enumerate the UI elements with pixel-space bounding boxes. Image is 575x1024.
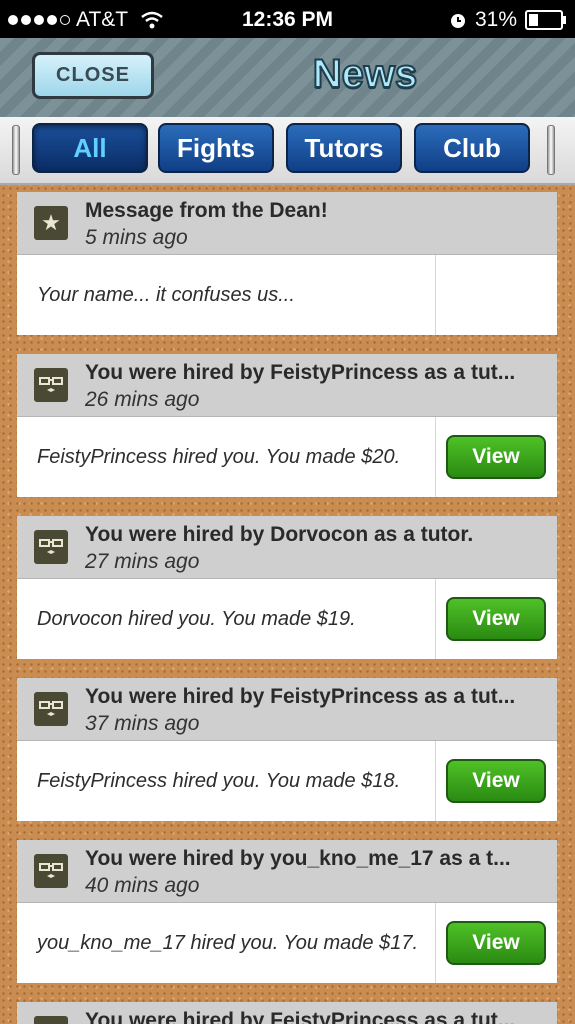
news-item-title: You were hired by Dorvocon as a tutor.: [85, 523, 474, 546]
divider: [435, 255, 436, 335]
news-item-body: FeistyPrincess hired you. You made $18. …: [17, 741, 557, 821]
news-item-body: you_kno_me_17 hired you. You made $17. V…: [17, 903, 557, 983]
tutor-glasses-icon: [34, 1016, 68, 1024]
battery-icon: [525, 10, 566, 30]
rivet-right-icon: [547, 125, 555, 175]
news-item-title: You were hired by FeistyPrincess as a tu…: [85, 361, 516, 384]
alarm-icon: [450, 14, 465, 28]
news-item: ★ Message from the Dean! 5 mins ago Your…: [17, 192, 557, 335]
news-item: You were hired by FeistyPrincess as a tu…: [17, 1002, 557, 1024]
news-item-body: FeistyPrincess hired you. You made $20. …: [17, 417, 557, 497]
tab-club[interactable]: Club: [414, 123, 530, 173]
news-item-title: Message from the Dean!: [85, 199, 328, 222]
view-button[interactable]: View: [446, 597, 546, 641]
page-title: News: [312, 51, 419, 97]
news-item: You were hired by FeistyPrincess as a tu…: [17, 678, 557, 821]
news-item-title: You were hired by FeistyPrincess as a tu…: [85, 685, 516, 708]
tab-fights[interactable]: Fights: [158, 123, 274, 173]
header: CLOSE News: [0, 38, 575, 119]
news-item-header: You were hired by Dorvocon as a tutor. 2…: [17, 516, 557, 579]
news-item-header: You were hired by FeistyPrincess as a tu…: [17, 354, 557, 417]
tutor-glasses-icon: [34, 530, 68, 564]
news-item-message: FeistyPrincess hired you. You made $20.: [37, 446, 401, 468]
news-item-time: 26 mins ago: [85, 388, 200, 411]
news-item-header: You were hired by FeistyPrincess as a tu…: [17, 678, 557, 741]
news-item: You were hired by you_kno_me_17 as a t..…: [17, 840, 557, 983]
tab-tutors[interactable]: Tutors: [286, 123, 402, 173]
news-item-time: 40 mins ago: [85, 874, 200, 897]
news-item-body: Your name... it confuses us...: [17, 255, 557, 335]
news-item-header: You were hired by you_kno_me_17 as a t..…: [17, 840, 557, 903]
status-bar: AT&T 12:36 PM 31%: [0, 0, 575, 38]
news-item: You were hired by Dorvocon as a tutor. 2…: [17, 516, 557, 659]
star-icon: ★: [34, 206, 68, 240]
tutor-glasses-icon: [34, 854, 68, 888]
news-item-header: ★ Message from the Dean! 5 mins ago: [17, 192, 557, 255]
news-item-title: You were hired by FeistyPrincess as a tu…: [85, 1009, 516, 1024]
status-right: 31%: [449, 8, 566, 32]
battery-percent: 31%: [474, 8, 517, 31]
tutor-glasses-icon: [34, 692, 68, 726]
tab-all[interactable]: All: [32, 123, 148, 173]
rivet-left-icon: [12, 125, 20, 175]
divider: [435, 741, 436, 821]
divider: [435, 579, 436, 659]
view-button[interactable]: View: [446, 759, 546, 803]
close-button[interactable]: CLOSE: [32, 52, 154, 99]
news-item-time: 27 mins ago: [85, 550, 200, 573]
tab-bar: All Fights Tutors Club: [0, 117, 575, 185]
divider: [435, 903, 436, 983]
news-item-message: Dorvocon hired you. You made $19.: [37, 608, 356, 630]
news-item-message: you_kno_me_17 hired you. You made $17.: [37, 932, 419, 954]
news-item-message: FeistyPrincess hired you. You made $18.: [37, 770, 401, 792]
divider: [435, 417, 436, 497]
news-item-header: You were hired by FeistyPrincess as a tu…: [17, 1002, 557, 1024]
view-button[interactable]: View: [446, 921, 546, 965]
news-item-time: 37 mins ago: [85, 712, 200, 735]
news-item-time: 5 mins ago: [85, 226, 188, 249]
news-item-body: Dorvocon hired you. You made $19. View: [17, 579, 557, 659]
view-button[interactable]: View: [446, 435, 546, 479]
news-item-title: You were hired by you_kno_me_17 as a t..…: [85, 847, 511, 870]
news-item: You were hired by FeistyPrincess as a tu…: [17, 354, 557, 497]
tutor-glasses-icon: [34, 368, 68, 402]
news-item-message: Your name... it confuses us...: [37, 284, 295, 306]
news-feed[interactable]: ★ Message from the Dean! 5 mins ago Your…: [0, 185, 575, 1024]
